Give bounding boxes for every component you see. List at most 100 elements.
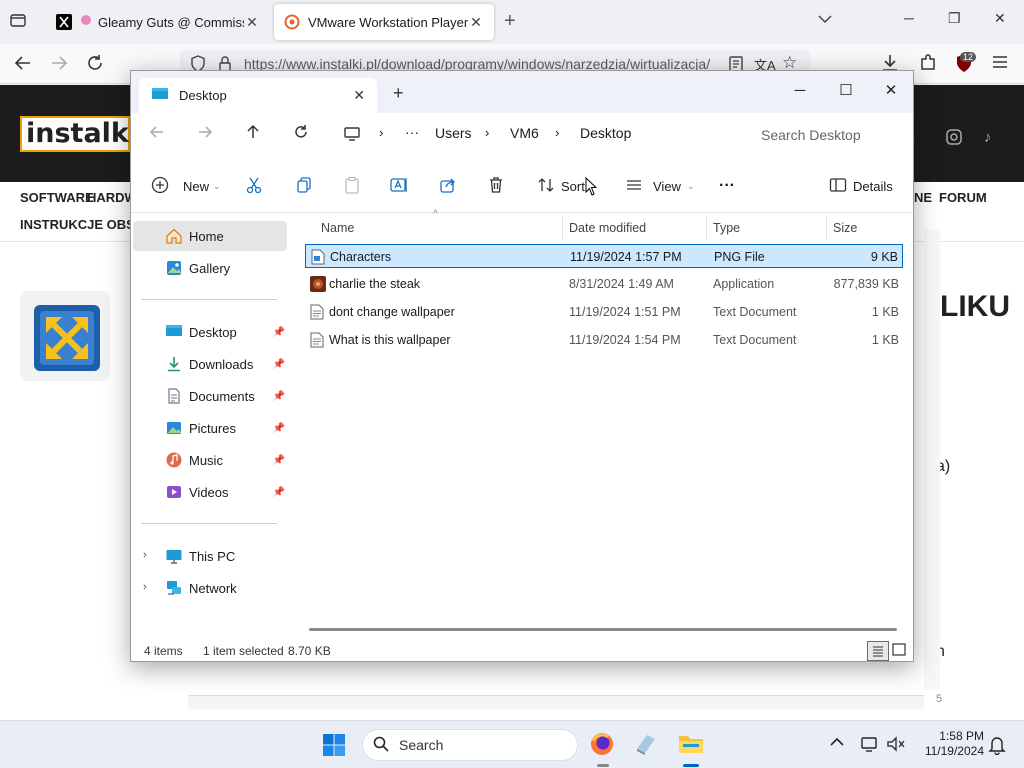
column-header-size[interactable]: Size <box>833 221 857 235</box>
tiles-view-icon[interactable] <box>892 643 906 660</box>
hamburger-menu-icon[interactable] <box>990 52 1014 76</box>
file-row-dont-change-wallpaper[interactable]: dont change wallpaper 11/19/2024 1:51 PM… <box>305 300 903 324</box>
file-size: 9 KB <box>870 250 898 264</box>
sidebar-item-home[interactable]: Home <box>133 221 287 251</box>
explorer-back-icon[interactable] <box>145 123 169 147</box>
share-button[interactable] <box>439 173 463 199</box>
sort-button[interactable]: Sort <box>537 173 585 199</box>
close-window-icon[interactable]: ✕ <box>994 10 1006 27</box>
file-explorer-taskbar-icon[interactable] <box>677 731 705 759</box>
sidebar-item-music[interactable]: Music 📌 <box>133 445 287 475</box>
clock-date: 11/19/2024 <box>924 744 984 758</box>
file-type: Text Document <box>713 333 797 347</box>
tiktok-icon[interactable]: ♪ <box>984 129 992 146</box>
file-date: 11/19/2024 1:57 PM <box>570 250 682 264</box>
new-tab-icon[interactable]: + <box>504 10 516 33</box>
list-all-tabs-icon[interactable] <box>818 12 832 27</box>
pin-icon[interactable]: 📌 <box>273 455 285 466</box>
reload-icon[interactable] <box>84 52 108 76</box>
forward-icon[interactable] <box>48 52 72 76</box>
extensions-puzzle-icon[interactable] <box>918 52 942 76</box>
sidebar-item-this-pc[interactable]: This PC <box>133 541 287 571</box>
breadcrumb-item-users[interactable]: Users <box>435 125 472 141</box>
show-hidden-icons-chevron-icon[interactable] <box>830 735 858 763</box>
column-divider[interactable] <box>562 215 563 241</box>
explorer-refresh-icon[interactable] <box>289 123 313 147</box>
pin-icon[interactable]: 📌 <box>273 391 285 402</box>
browser-tab-gleamy[interactable]: Gleamy Guts @ Commissio ✕ <box>46 4 270 40</box>
breadcrumb-more[interactable]: ··· <box>405 124 419 140</box>
page-inner-vscrollbar[interactable] <box>924 230 940 690</box>
breadcrumb-separator-icon[interactable]: › <box>555 125 559 140</box>
file-list-horizontal-scrollbar[interactable] <box>309 628 897 631</box>
close-tab-icon[interactable]: ✕ <box>244 14 260 31</box>
paste-button[interactable] <box>343 173 367 199</box>
breadcrumb-separator-icon[interactable]: › <box>485 125 489 140</box>
more-options-button[interactable]: ··· <box>719 173 735 199</box>
browser-tab-vmware[interactable]: VMware Workstation Player 17. ✕ <box>274 4 494 40</box>
column-divider[interactable] <box>706 215 707 241</box>
copy-button[interactable] <box>295 173 319 199</box>
sidebar-item-pictures[interactable]: Pictures 📌 <box>133 413 287 443</box>
sidebar-item-gallery[interactable]: Gallery <box>133 253 287 283</box>
tab-list-icon[interactable] <box>8 10 32 34</box>
new-button[interactable]: New ⌄ <box>151 173 221 199</box>
explorer-maximize-icon[interactable]: ☐ <box>831 77 861 105</box>
view-button[interactable]: View ⌄ <box>625 173 695 199</box>
taskbar-search-box[interactable]: Search <box>362 729 578 761</box>
sidebar-item-desktop[interactable]: Desktop 📌 <box>133 317 287 347</box>
nav-link-partial[interactable]: NE <box>914 190 932 205</box>
column-header-type[interactable]: Type <box>713 221 740 235</box>
status-selection: 1 item selected <box>203 644 284 658</box>
site-logo[interactable]: instalki <box>20 116 138 152</box>
pin-icon[interactable]: 📌 <box>273 487 285 498</box>
explorer-forward-icon[interactable] <box>193 123 217 147</box>
details-pane-button[interactable]: Details <box>829 173 893 199</box>
breadcrumb-item-vm6[interactable]: VM6 <box>510 125 539 141</box>
minimize-icon[interactable]: ─ <box>904 10 914 26</box>
column-header-name[interactable]: Name <box>321 221 354 235</box>
details-view-icon[interactable] <box>867 641 889 661</box>
restore-icon[interactable]: ❐ <box>948 10 961 27</box>
close-tab-icon[interactable]: ✕ <box>468 14 484 31</box>
pin-icon[interactable]: 📌 <box>273 327 285 338</box>
explorer-close-icon[interactable]: ✕ <box>876 77 906 105</box>
vmware-taskbar-icon[interactable] <box>633 731 661 759</box>
instagram-icon[interactable] <box>946 129 962 148</box>
delete-button[interactable] <box>487 173 511 199</box>
vmware-logo-icon <box>34 305 100 371</box>
firefox-taskbar-icon[interactable] <box>589 731 617 759</box>
nav-link-forum[interactable]: FORUM <box>939 190 987 205</box>
breadcrumb-item-desktop[interactable]: Desktop <box>580 125 631 141</box>
windows-start-icon[interactable] <box>322 733 350 761</box>
sidebar-item-network[interactable]: Network <box>133 573 287 603</box>
back-icon[interactable] <box>12 52 36 76</box>
pin-icon[interactable]: 📌 <box>273 359 285 370</box>
sidebar-item-videos[interactable]: Videos 📌 <box>133 477 287 507</box>
volume-muted-icon[interactable] <box>886 735 914 763</box>
notifications-bell-icon[interactable] <box>988 735 1016 763</box>
column-header-date[interactable]: Date modified <box>569 221 646 235</box>
nav-link-software[interactable]: SOFTWARE <box>20 190 94 205</box>
page-inner-hscrollbar[interactable] <box>188 695 924 709</box>
cut-button[interactable] <box>245 173 269 199</box>
explorer-minimize-icon[interactable]: ─ <box>785 77 815 105</box>
sidebar-item-downloads[interactable]: Downloads 📌 <box>133 349 287 379</box>
sidebar-item-documents[interactable]: Documents 📌 <box>133 381 287 411</box>
breadcrumb-separator-icon[interactable]: › <box>379 125 383 140</box>
file-row-characters[interactable]: Characters 11/19/2024 1:57 PM PNG File 9… <box>305 244 903 268</box>
close-tab-icon[interactable]: ✕ <box>353 87 365 104</box>
rename-button[interactable] <box>389 173 415 199</box>
file-row-charlie-the-steak[interactable]: charlie the steak 8/31/2024 1:49 AM Appl… <box>305 272 903 296</box>
explorer-up-icon[interactable] <box>241 123 265 147</box>
explorer-tab-desktop[interactable]: Desktop ✕ <box>139 78 377 113</box>
pin-icon[interactable]: 📌 <box>273 423 285 434</box>
taskbar-clock[interactable]: 1:58 PM 11/19/2024 <box>914 729 984 759</box>
file-row-what-is-this-wallpaper[interactable]: What is this wallpaper 11/19/2024 1:54 P… <box>305 328 903 352</box>
explorer-new-tab-icon[interactable]: + <box>393 83 404 104</box>
gallery-icon <box>165 259 183 277</box>
this-pc-monitor-icon[interactable] <box>343 126 361 145</box>
column-divider[interactable] <box>826 215 827 241</box>
network-status-icon[interactable] <box>860 735 888 763</box>
explorer-search-input[interactable]: Search Desktop <box>749 120 905 150</box>
